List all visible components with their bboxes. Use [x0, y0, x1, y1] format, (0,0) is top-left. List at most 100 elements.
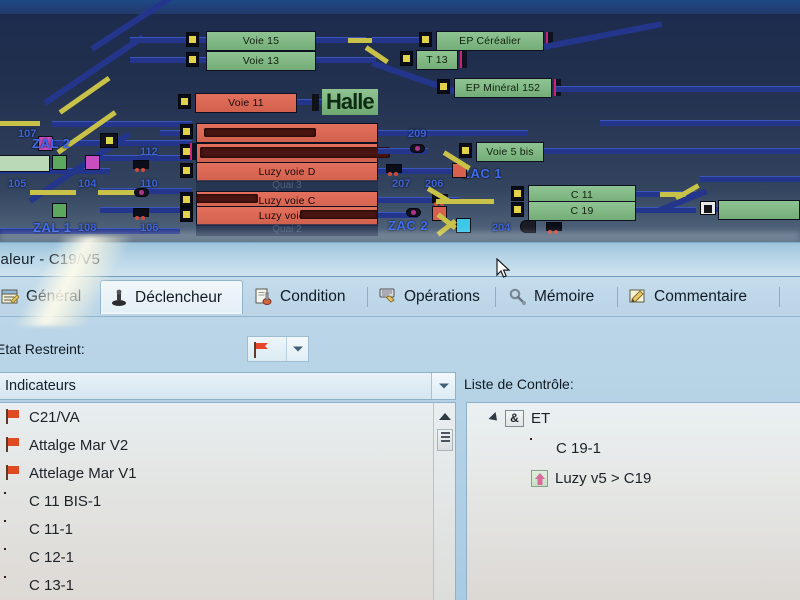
list-item-label: C 12-1: [29, 548, 75, 566]
track-segment: [52, 121, 192, 127]
signal-indicator[interactable]: [180, 163, 193, 178]
track-block[interactable]: Voie 15: [206, 31, 316, 51]
track-set: [0, 121, 40, 126]
list-item[interactable]: C 11 BIS-1: [0, 487, 455, 515]
signal-indicator[interactable]: [186, 32, 199, 47]
switch-indicator[interactable]: [52, 203, 67, 218]
switch-indicator[interactable]: [52, 155, 67, 170]
tab-declencheur[interactable]: Déclencheur: [100, 280, 243, 314]
track-block[interactable]: T 13: [416, 50, 458, 70]
signal-indicator[interactable]: [100, 133, 118, 148]
track-set: [436, 199, 494, 204]
track-block[interactable]: Voie 5 bis: [476, 142, 544, 162]
tab-commentaire[interactable]: Commentaire: [620, 280, 780, 314]
list-item[interactable]: C 11-1: [0, 515, 455, 543]
train-occupancy: [200, 147, 390, 158]
signal-indicator[interactable]: [700, 201, 716, 215]
signal-red[interactable]: [133, 208, 149, 220]
tab-condition-label: Condition: [280, 288, 346, 305]
tree-node-child[interactable]: Luzy v5 > C19: [467, 463, 800, 493]
signal-red[interactable]: [133, 160, 149, 172]
scrollbar-thumb[interactable]: [437, 429, 453, 451]
track-block-label: Luzy voie D: [258, 166, 316, 178]
track-segment: [130, 37, 212, 43]
zone-label-zal1: ZAL 1: [33, 220, 72, 235]
indicateurs-dropdown-arrow[interactable]: [431, 373, 455, 399]
track-block-label: C 11: [570, 189, 594, 201]
indicateurs-combo[interactable]: Indicateurs: [0, 372, 456, 400]
signal-indicator[interactable]: [178, 94, 191, 109]
track-block-label: EP Céréalier: [459, 35, 521, 47]
list-item[interactable]: Attalge Mar V2: [0, 431, 455, 459]
track-block[interactable]: Voie 13: [206, 51, 316, 71]
track-block-plain[interactable]: [0, 155, 50, 172]
track-block-label: EP Minéral 152: [465, 82, 541, 94]
switch-indicator[interactable]: [456, 218, 471, 233]
signal-indicator[interactable]: [180, 124, 193, 139]
track-block-label: C 19: [570, 205, 594, 217]
signal-dwarf[interactable]: [520, 220, 536, 233]
track-segment: [584, 148, 800, 154]
signal-dwarf[interactable]: [410, 144, 425, 153]
scroll-up-icon[interactable]: [438, 413, 451, 420]
switch-indicator[interactable]: [85, 155, 100, 170]
tab-general[interactable]: Général: [0, 280, 104, 314]
list-item[interactable]: Attelage Mar V1: [0, 459, 455, 487]
list-item[interactable]: C 12-1: [0, 543, 455, 571]
track-block[interactable]: Voie 11: [195, 93, 297, 113]
track-diagram-panel: ZAL 2 ZAL 1 107 105 104 112 110 106 108 …: [0, 0, 800, 242]
train-occupancy: [196, 194, 258, 203]
track-segment: [600, 120, 800, 126]
signal-indicator[interactable]: [400, 51, 413, 66]
tree-node-child[interactable]: C 19-1: [467, 433, 800, 463]
track-block[interactable]: EP Céréalier: [436, 31, 544, 51]
signal-dwarf[interactable]: [406, 208, 421, 217]
dot-icon: [5, 493, 21, 509]
indicateurs-scrollbar[interactable]: [433, 403, 455, 600]
tab-underline: [0, 316, 800, 317]
track-block-label: Voie 11: [228, 97, 264, 109]
track-block[interactable]: EP Minéral 152: [454, 78, 552, 98]
list-item-label: C 13-1: [29, 576, 75, 594]
signal-indicator[interactable]: [180, 192, 193, 207]
tab-divider: [495, 287, 496, 307]
tab-memoire[interactable]: Mémoire: [500, 280, 618, 314]
signal-indicator[interactable]: [511, 186, 524, 201]
track-diagonal: [543, 21, 663, 50]
signal-indicator[interactable]: [437, 79, 450, 94]
track-block[interactable]: [718, 200, 800, 220]
indicateurs-list[interactable]: C21/VA Attalge Mar V2 Attelage Mar V1 C …: [0, 402, 456, 600]
tree-node-root[interactable]: & ET: [467, 403, 800, 433]
signal-red[interactable]: [386, 164, 402, 176]
etat-restreint-combo[interactable]: [247, 336, 309, 362]
list-item[interactable]: C21/VA: [0, 403, 455, 431]
signal-dwarf[interactable]: [134, 188, 149, 197]
track-block[interactable]: C 19: [528, 201, 636, 221]
tab-operations[interactable]: Opérations: [370, 280, 496, 314]
track-block[interactable]: Luzy voie D: [196, 162, 378, 182]
etat-restreint-dropdown-arrow[interactable]: [286, 337, 308, 361]
liste-controle-tree[interactable]: & ET C 19-1 Luzy v5 > C19: [466, 402, 800, 600]
track-block-label: T 13: [426, 54, 448, 66]
signal-indicator[interactable]: [186, 52, 199, 67]
signal-indicator[interactable]: [511, 202, 524, 217]
signal-red[interactable]: [546, 222, 562, 234]
signal-indicator[interactable]: [180, 207, 193, 222]
halle-label: Halle: [322, 89, 378, 115]
operations-icon: [379, 288, 397, 306]
expander-icon[interactable]: [488, 411, 501, 425]
route-up-icon: [531, 469, 548, 487]
switch-number: 204: [492, 222, 511, 234]
signal-indicator[interactable]: [419, 32, 432, 47]
track-segment: [372, 37, 424, 43]
and-operator-icon: &: [505, 409, 524, 427]
dialog-titlebar[interactable]: naleur - C19/V5: [0, 243, 800, 277]
list-item[interactable]: C 13-1: [0, 571, 455, 599]
track-segment: [556, 86, 800, 92]
track-block-label: Voie 5 bis: [486, 146, 534, 158]
red-flag-icon: [252, 341, 274, 359]
trigger-icon: [110, 289, 128, 307]
signal-indicator[interactable]: [459, 143, 472, 158]
tab-condition[interactable]: Condition: [246, 280, 368, 314]
tab-divider: [617, 287, 618, 307]
